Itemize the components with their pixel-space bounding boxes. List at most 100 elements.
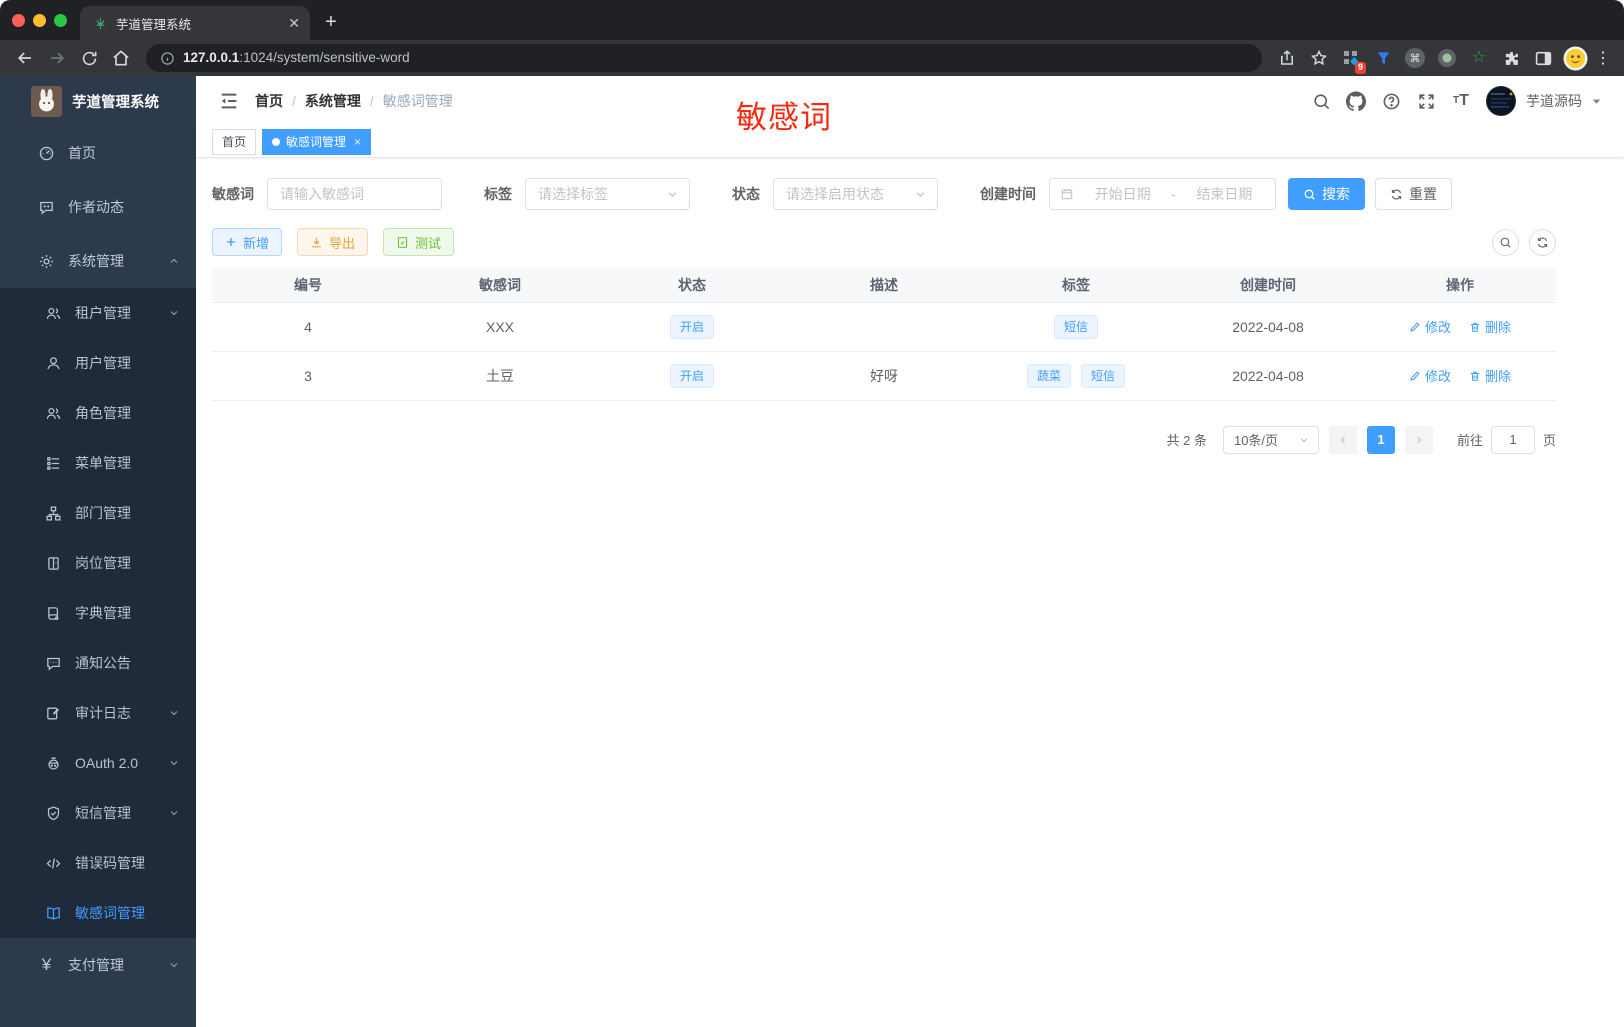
extension-funnel-icon[interactable] bbox=[1368, 43, 1398, 73]
prev-page-button[interactable] bbox=[1328, 425, 1357, 454]
sidebar-item-error-code[interactable]: 错误码管理 bbox=[0, 838, 196, 888]
sidebar-item-home[interactable]: 首页 bbox=[0, 126, 196, 180]
sidebar-item-user[interactable]: 用户管理 bbox=[0, 338, 196, 388]
browser-tab[interactable]: 芋道管理系统 ✕ bbox=[80, 6, 310, 40]
document-icon bbox=[397, 236, 408, 248]
error-code-icon bbox=[46, 857, 61, 869]
page-size-select[interactable]: 10条/页 bbox=[1222, 425, 1319, 454]
sidebar-item-post[interactable]: 岗位管理 bbox=[0, 538, 196, 588]
sidebar-item-dept[interactable]: 部门管理 bbox=[0, 488, 196, 538]
post-badge-icon bbox=[48, 556, 59, 570]
github-icon[interactable] bbox=[1346, 91, 1366, 111]
cell-word: 土豆 bbox=[404, 351, 596, 401]
share-icon[interactable] bbox=[1272, 43, 1302, 73]
table-row: 3 土豆 开启 好呀 蔬菜 短信 2022-04-08 修改 删除 bbox=[212, 351, 1556, 401]
cell-tags: 短信 bbox=[980, 302, 1172, 352]
user-avatar[interactable] bbox=[1486, 86, 1516, 116]
export-button[interactable]: 导出 bbox=[297, 228, 369, 256]
keyword-input[interactable] bbox=[267, 178, 442, 210]
sidebar: 芋道管理系统 首页 作者动态 系统管理 租户管理 用户管理 角色管理 菜单管理 … bbox=[0, 76, 196, 1027]
forward-button[interactable] bbox=[42, 43, 72, 73]
cell-operations: 修改 删除 bbox=[1364, 351, 1556, 401]
tag-close-icon[interactable]: × bbox=[354, 135, 361, 149]
sidebar-fold-icon[interactable] bbox=[218, 90, 240, 112]
goto-page-input[interactable] bbox=[1490, 425, 1535, 454]
author-chat-icon bbox=[40, 201, 53, 214]
edit-link[interactable]: 修改 bbox=[1409, 366, 1451, 385]
sidebar-item-tenant[interactable]: 租户管理 bbox=[0, 288, 196, 338]
reload-button[interactable] bbox=[74, 43, 104, 73]
sidebar-item-oauth[interactable]: OAuth 2.0 bbox=[0, 738, 196, 788]
bookmark-star-icon[interactable] bbox=[1304, 43, 1334, 73]
org-tree-icon bbox=[46, 505, 61, 521]
extension-command-icon[interactable]: ⌘ bbox=[1400, 43, 1430, 73]
extension-star-icon[interactable]: ☆ bbox=[1464, 43, 1494, 73]
tag-sensitive-word[interactable]: 敏感词管理 × bbox=[262, 128, 372, 155]
sidebar-item-system[interactable]: 系统管理 bbox=[0, 234, 196, 288]
tab-close-icon[interactable]: ✕ bbox=[288, 16, 300, 30]
home-button[interactable] bbox=[106, 43, 136, 73]
extension-recorder-icon[interactable] bbox=[1432, 43, 1462, 73]
sidebar-item-menu[interactable]: 菜单管理 bbox=[0, 438, 196, 488]
extensions-puzzle-icon[interactable] bbox=[1496, 43, 1526, 73]
sidebar-item-dict[interactable]: 字典管理 bbox=[0, 588, 196, 638]
search-button[interactable]: 搜索 bbox=[1288, 178, 1365, 210]
edit-link[interactable]: 修改 bbox=[1409, 317, 1451, 336]
breadcrumb-system[interactable]: 系统管理 bbox=[305, 91, 361, 111]
dashboard-icon bbox=[39, 146, 54, 160]
delete-link[interactable]: 删除 bbox=[1469, 317, 1511, 336]
new-tab-button[interactable]: + bbox=[316, 7, 346, 37]
url-bar[interactable]: 127.0.0.1:1024/system/sensitive-word bbox=[146, 44, 1262, 72]
breadcrumb-home[interactable]: 首页 bbox=[255, 91, 283, 111]
profile-avatar-emoji[interactable] bbox=[1560, 43, 1590, 73]
sensitive-word-table: 编号 敏感词 状态 描述 标签 创建时间 操作 4 XXX 开启 短信 2022… bbox=[212, 268, 1556, 401]
sidebar-item-sms[interactable]: 短信管理 bbox=[0, 788, 196, 838]
table-search-button[interactable] bbox=[1492, 228, 1519, 256]
sidebar-item-pay[interactable]: ¥ 支付管理 bbox=[0, 938, 196, 992]
caret-down-icon[interactable] bbox=[1591, 96, 1602, 107]
cell-tags: 蔬菜 短信 bbox=[980, 351, 1172, 401]
tag-pill: 短信 bbox=[1081, 363, 1126, 388]
breadcrumb-current: 敏感词管理 bbox=[382, 93, 453, 109]
date-separator: - bbox=[1171, 186, 1176, 202]
open-book-icon bbox=[47, 906, 60, 920]
trash-icon bbox=[1470, 371, 1479, 381]
sidebar-item-audit[interactable]: 审计日志 bbox=[0, 688, 196, 738]
test-button[interactable]: 测试 bbox=[383, 228, 455, 256]
table-refresh-button[interactable] bbox=[1529, 228, 1556, 256]
table-header-row: 编号 敏感词 状态 描述 标签 创建时间 操作 bbox=[212, 268, 1556, 303]
date-range-picker[interactable]: 开始日期 - 结束日期 bbox=[1049, 178, 1276, 210]
add-button[interactable]: 新增 bbox=[212, 228, 283, 256]
sidebar-item-notice[interactable]: 通知公告 bbox=[0, 638, 196, 688]
page-content: 敏感词 标签 请选择标签 状态 请选择启用状态 bbox=[196, 158, 1624, 454]
next-page-button[interactable] bbox=[1404, 425, 1433, 454]
sidebar-logo-row[interactable]: 芋道管理系统 bbox=[0, 76, 196, 126]
site-info-icon[interactable] bbox=[160, 51, 175, 66]
back-button[interactable] bbox=[10, 43, 40, 73]
status-tag: 开启 bbox=[669, 363, 714, 388]
sidebar-item-sensitive-word[interactable]: 敏感词管理 bbox=[0, 888, 196, 938]
window-minimize-button[interactable] bbox=[33, 14, 46, 27]
page-number-1[interactable]: 1 bbox=[1366, 425, 1395, 454]
browser-menu-icon[interactable]: ⋮ bbox=[1592, 48, 1614, 68]
extension-grid-icon[interactable]: 9 bbox=[1336, 43, 1366, 74]
sidebar-item-role[interactable]: 角色管理 bbox=[0, 388, 196, 438]
fullscreen-icon[interactable] bbox=[1416, 91, 1436, 111]
plus-icon bbox=[227, 238, 235, 246]
sidebar-toggle-icon[interactable] bbox=[1528, 43, 1558, 73]
window-zoom-button[interactable] bbox=[54, 14, 67, 27]
delete-link[interactable]: 删除 bbox=[1469, 366, 1511, 385]
app-title: 芋道管理系统 bbox=[72, 94, 159, 111]
cell-id: 4 bbox=[212, 302, 404, 352]
tenant-users-icon bbox=[46, 307, 61, 319]
reset-button[interactable]: 重置 bbox=[1375, 178, 1452, 210]
help-icon[interactable] bbox=[1381, 91, 1401, 111]
search-icon[interactable] bbox=[1311, 91, 1331, 111]
tag-home[interactable]: 首页 bbox=[212, 128, 257, 155]
window-close-button[interactable] bbox=[12, 14, 25, 27]
tag-label: 标签 bbox=[484, 186, 512, 202]
font-size-icon[interactable]: TT bbox=[1451, 91, 1471, 111]
tag-select[interactable]: 请选择标签 bbox=[525, 178, 690, 210]
status-select[interactable]: 请选择启用状态 bbox=[773, 178, 938, 210]
sidebar-item-author[interactable]: 作者动态 bbox=[0, 180, 196, 234]
